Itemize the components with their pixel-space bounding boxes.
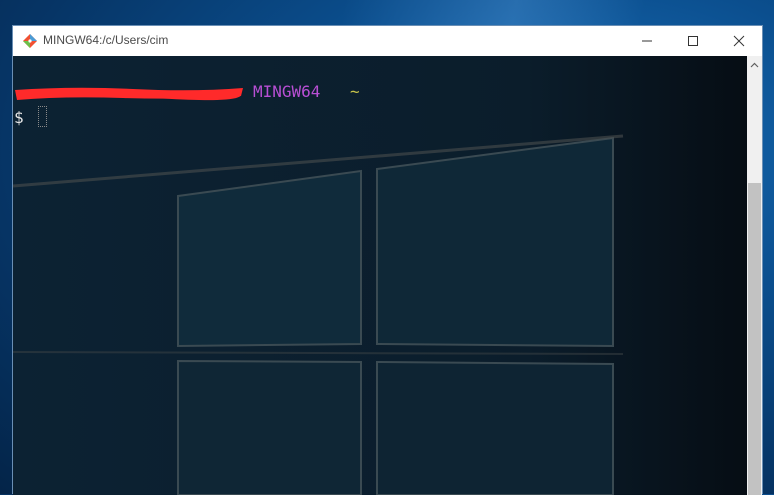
windows-logo-background bbox=[13, 56, 747, 495]
maximize-icon bbox=[688, 36, 698, 46]
host-label: MINGW64 bbox=[253, 82, 321, 101]
window-title: MINGW64:/c/Users/cim bbox=[43, 33, 169, 47]
chevron-up-icon bbox=[750, 62, 759, 67]
close-button[interactable] bbox=[716, 26, 762, 56]
minimize-button[interactable] bbox=[624, 26, 670, 56]
terminal-window: MINGW64:/c/Users/cim MINGW64 ~ $ bbox=[12, 25, 763, 495]
close-icon bbox=[733, 35, 745, 47]
scroll-up-button[interactable] bbox=[747, 56, 762, 73]
redaction-mark bbox=[15, 87, 243, 101]
scroll-thumb[interactable] bbox=[748, 183, 761, 495]
current-path: ~ bbox=[350, 82, 360, 101]
minimize-icon bbox=[642, 40, 652, 42]
title-bar[interactable]: MINGW64:/c/Users/cim bbox=[13, 26, 762, 56]
git-bash-icon bbox=[23, 34, 37, 48]
prompt-symbol: $ bbox=[14, 108, 24, 127]
terminal-area[interactable]: MINGW64 ~ $ bbox=[13, 56, 747, 495]
vertical-scrollbar[interactable] bbox=[747, 56, 762, 495]
text-cursor bbox=[38, 106, 47, 127]
maximize-button[interactable] bbox=[670, 26, 716, 56]
